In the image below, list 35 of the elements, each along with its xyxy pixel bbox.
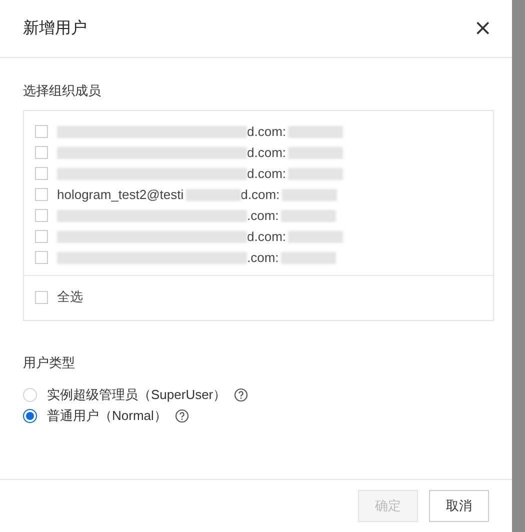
redaction-mark — [282, 188, 337, 200]
member-name: d.com: — [247, 166, 286, 181]
help-icon[interactable] — [234, 388, 248, 402]
member-name: d.com: — [240, 187, 280, 202]
member-name: d.com: — [247, 124, 286, 139]
cancel-button[interactable]: 取消 — [429, 490, 489, 522]
section-label: 用户类型 — [23, 354, 76, 372]
member-name: d.com: — [247, 229, 286, 244]
option-label: 实例超级管理员（SuperUser） — [47, 386, 226, 404]
redaction-mark — [280, 252, 336, 264]
checkbox[interactable] — [35, 188, 48, 201]
member-name: .com: — [247, 250, 279, 265]
redaction-mark — [288, 168, 344, 180]
close-button[interactable]: × — [468, 16, 498, 41]
redaction-mark — [280, 210, 336, 222]
checkbox[interactable] — [35, 146, 48, 159]
checkbox[interactable] — [35, 209, 48, 222]
redaction-mark — [186, 188, 241, 200]
dialog-title: 新增用户 — [23, 18, 87, 39]
member-name: hologram_test2@testi — [57, 187, 184, 202]
checkbox[interactable] — [35, 125, 48, 138]
checkbox[interactable] — [35, 167, 48, 180]
redaction-mark — [288, 146, 344, 158]
redaction-mark — [288, 126, 344, 138]
help-icon[interactable] — [174, 408, 189, 422]
checkbox[interactable] — [35, 251, 48, 264]
redaction-mark — [288, 230, 344, 242]
checkbox[interactable] — [35, 230, 48, 243]
section-label: 选择组织成员 — [23, 82, 102, 100]
member-name: .com: — [247, 208, 279, 223]
member-name: d.com: — [247, 145, 286, 160]
checkbox[interactable] — [35, 290, 48, 304]
option-label: 普通用户（Normal） — [47, 406, 167, 424]
radio-button[interactable] — [23, 408, 37, 422]
select-all-label: 全选 — [57, 288, 83, 306]
